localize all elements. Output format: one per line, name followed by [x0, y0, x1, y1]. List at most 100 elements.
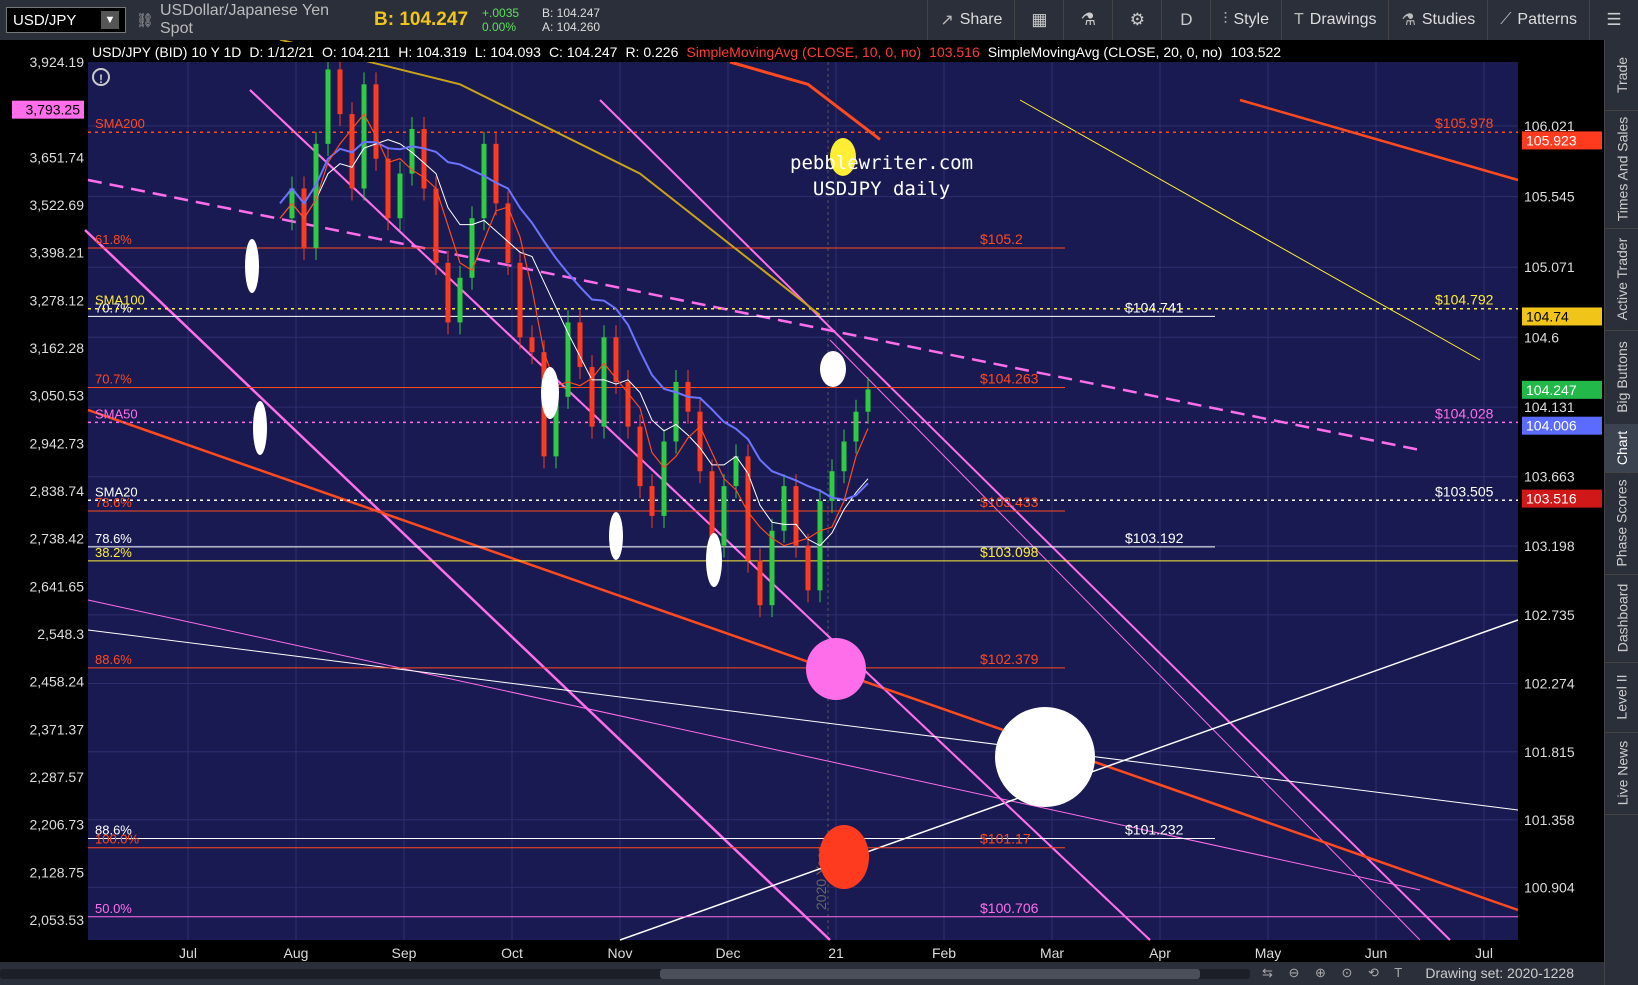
lab-button[interactable]: ⚗ — [1063, 0, 1112, 40]
sidebar-tab-active-trader[interactable]: Active Trader — [1605, 228, 1638, 331]
patterns-button[interactable]: ⟋ Patterns — [1487, 0, 1589, 40]
sma-level-label: SMA50 — [95, 406, 138, 421]
left-axis-tick-label: 3,398.21 — [30, 245, 85, 261]
right-axis-tick-label: 101.815 — [1524, 744, 1575, 760]
candle-body — [529, 337, 535, 353]
patterns-label: Patterns — [1517, 11, 1577, 28]
sidebar-tab-label: Active Trader — [1614, 237, 1631, 321]
candle-body — [805, 545, 811, 591]
price-badge-text: 103.516 — [1526, 491, 1577, 507]
sidebar-tab-phase-scores[interactable]: Phase Scores — [1605, 472, 1638, 575]
left-axis-tick-label: 3,522.69 — [30, 197, 85, 213]
sidebar-tab-times-and-sales[interactable]: Times And Sales — [1605, 110, 1638, 229]
candle-body — [865, 389, 871, 412]
candle-body — [397, 173, 403, 219]
bid-small: B: 104.247 — [542, 6, 601, 20]
right-axis-tick-label: 100.904 — [1524, 879, 1575, 895]
projection-marker — [609, 512, 623, 560]
x-axis-tick-label: Sep — [392, 945, 417, 961]
period-button[interactable]: D — [1161, 0, 1210, 40]
share-icon: ↗ — [940, 12, 954, 29]
status-range: R: 0.226 — [625, 44, 679, 60]
pattern-icon: ⟋ — [1500, 11, 1512, 28]
sidebar-tab-live-news[interactable]: Live News — [1605, 732, 1638, 815]
beaker-icon: ⚗ — [1401, 12, 1416, 29]
candle-body — [757, 560, 763, 606]
sidebar-tab-dashboard[interactable]: Dashboard — [1605, 574, 1638, 663]
sma20-label: SimpleMovingAvg (CLOSE, 20, 0, no) — [987, 44, 1223, 60]
change-value: +.0035 — [482, 6, 520, 20]
price-badge-text: 104.247 — [1526, 382, 1577, 398]
candle-body — [433, 188, 439, 263]
price-badge-text: 104.006 — [1526, 418, 1577, 434]
x-axis-tick-label: Dec — [716, 945, 741, 961]
sidebar-tab-chart[interactable]: Chart — [1605, 424, 1638, 473]
sidebar-tab-label: Big Buttons — [1614, 341, 1631, 413]
candle-body — [361, 84, 367, 189]
left-axis-tick-label: 3,050.53 — [30, 388, 85, 404]
status-low: L: 104.093 — [474, 44, 541, 60]
sidebar-tab-label: Phase Scores — [1614, 479, 1631, 567]
scrollbar-thumb[interactable] — [660, 969, 1200, 979]
left-axis-tick-label: 2,942.73 — [30, 435, 85, 451]
sma-level-price: $103.505 — [1435, 483, 1494, 499]
symbol-selector[interactable]: USD/JPY ▼ — [6, 7, 126, 33]
x-axis-tick-label: Nov — [608, 945, 633, 961]
sidebar-tab-level-ii[interactable]: Level II — [1605, 662, 1638, 733]
right-axis-tick-label: 101.358 — [1524, 812, 1575, 828]
fib-level-label: 100.0% — [95, 832, 140, 847]
left-axis-tick-label: 2,458.24 — [30, 674, 85, 690]
status-open: O: 104.211 — [322, 44, 391, 60]
candle-body — [517, 262, 523, 338]
x-axis-tick-label: Feb — [932, 945, 956, 961]
drawing-set-label: Drawing set: 2020-1228 — [1425, 965, 1574, 981]
x-axis-tick-label: 21 — [828, 945, 844, 961]
link-icon[interactable]: ⛓ — [136, 12, 154, 29]
candle-body — [373, 84, 379, 159]
left-axis-tick-label: 2,738.42 — [30, 531, 85, 547]
sidebar-tab-label: Live News — [1614, 740, 1630, 806]
text-tool-icon: T — [1294, 11, 1304, 28]
chevron-down-icon[interactable]: ▼ — [101, 11, 119, 29]
candle-body — [337, 69, 343, 115]
zoom-tools[interactable]: ⇆ ⊖ ⊕ ⊙ ⟲ T — [1262, 965, 1408, 981]
right-axis-tick-label: 102.735 — [1524, 607, 1575, 623]
x-axis-tick-label: Oct — [501, 945, 523, 961]
status-date: D: 1/12/21 — [249, 44, 315, 60]
grid-layout-button[interactable]: ▦ — [1014, 0, 1063, 40]
left-axis-tick-label: 2,053.53 — [30, 912, 85, 928]
fib-level-label: 50.0% — [95, 901, 132, 916]
grid-icon: ▦ — [1031, 10, 1048, 29]
watermark: pebblewriter.com USDJPY daily — [790, 150, 973, 202]
drawings-button[interactable]: T Drawings — [1281, 0, 1388, 40]
sma10-value: 103.516 — [929, 44, 980, 60]
share-button[interactable]: ↗ Share — [927, 0, 1014, 40]
candle-body — [721, 486, 727, 546]
sidebar-tab-trade[interactable]: Trade — [1605, 40, 1638, 111]
sma-level-label: SMA100 — [95, 293, 145, 308]
horizontal-scrollbar[interactable] — [0, 969, 1250, 979]
sidebar-tab-label: Level II — [1614, 674, 1631, 720]
info-icon[interactable]: ! — [92, 68, 110, 86]
projection-marker — [541, 367, 559, 419]
projection-marker — [819, 825, 869, 889]
candle-body — [661, 441, 667, 516]
candle-body — [601, 337, 607, 427]
fib-level-price: $100.706 — [980, 900, 1039, 916]
fib-level-label: 38.2% — [95, 545, 132, 560]
menu-button[interactable]: ☰ — [1589, 0, 1638, 40]
settings-button[interactable]: ⚙ — [1112, 0, 1161, 40]
fib-level-price: $104.263 — [980, 370, 1039, 386]
sma-level-label: SMA200 — [95, 116, 145, 131]
candle-body — [769, 530, 775, 606]
x-axis-tick-label: Jul — [179, 945, 197, 961]
studies-button[interactable]: ⚗ Studies — [1388, 0, 1487, 40]
right-axis-tick-label: 103.198 — [1524, 538, 1575, 554]
studies-label: Studies — [1421, 11, 1476, 28]
sidebar-tab-big-buttons[interactable]: Big Buttons — [1605, 330, 1638, 425]
right-axis-tick-label: 105.071 — [1524, 259, 1575, 275]
sidebar-tab-label: Chart — [1614, 430, 1631, 466]
symbol-description: USDollar/Japanese Yen Spot — [160, 2, 330, 37]
style-button[interactable]: ⫶ Style — [1210, 0, 1281, 40]
candle-body — [325, 69, 331, 144]
